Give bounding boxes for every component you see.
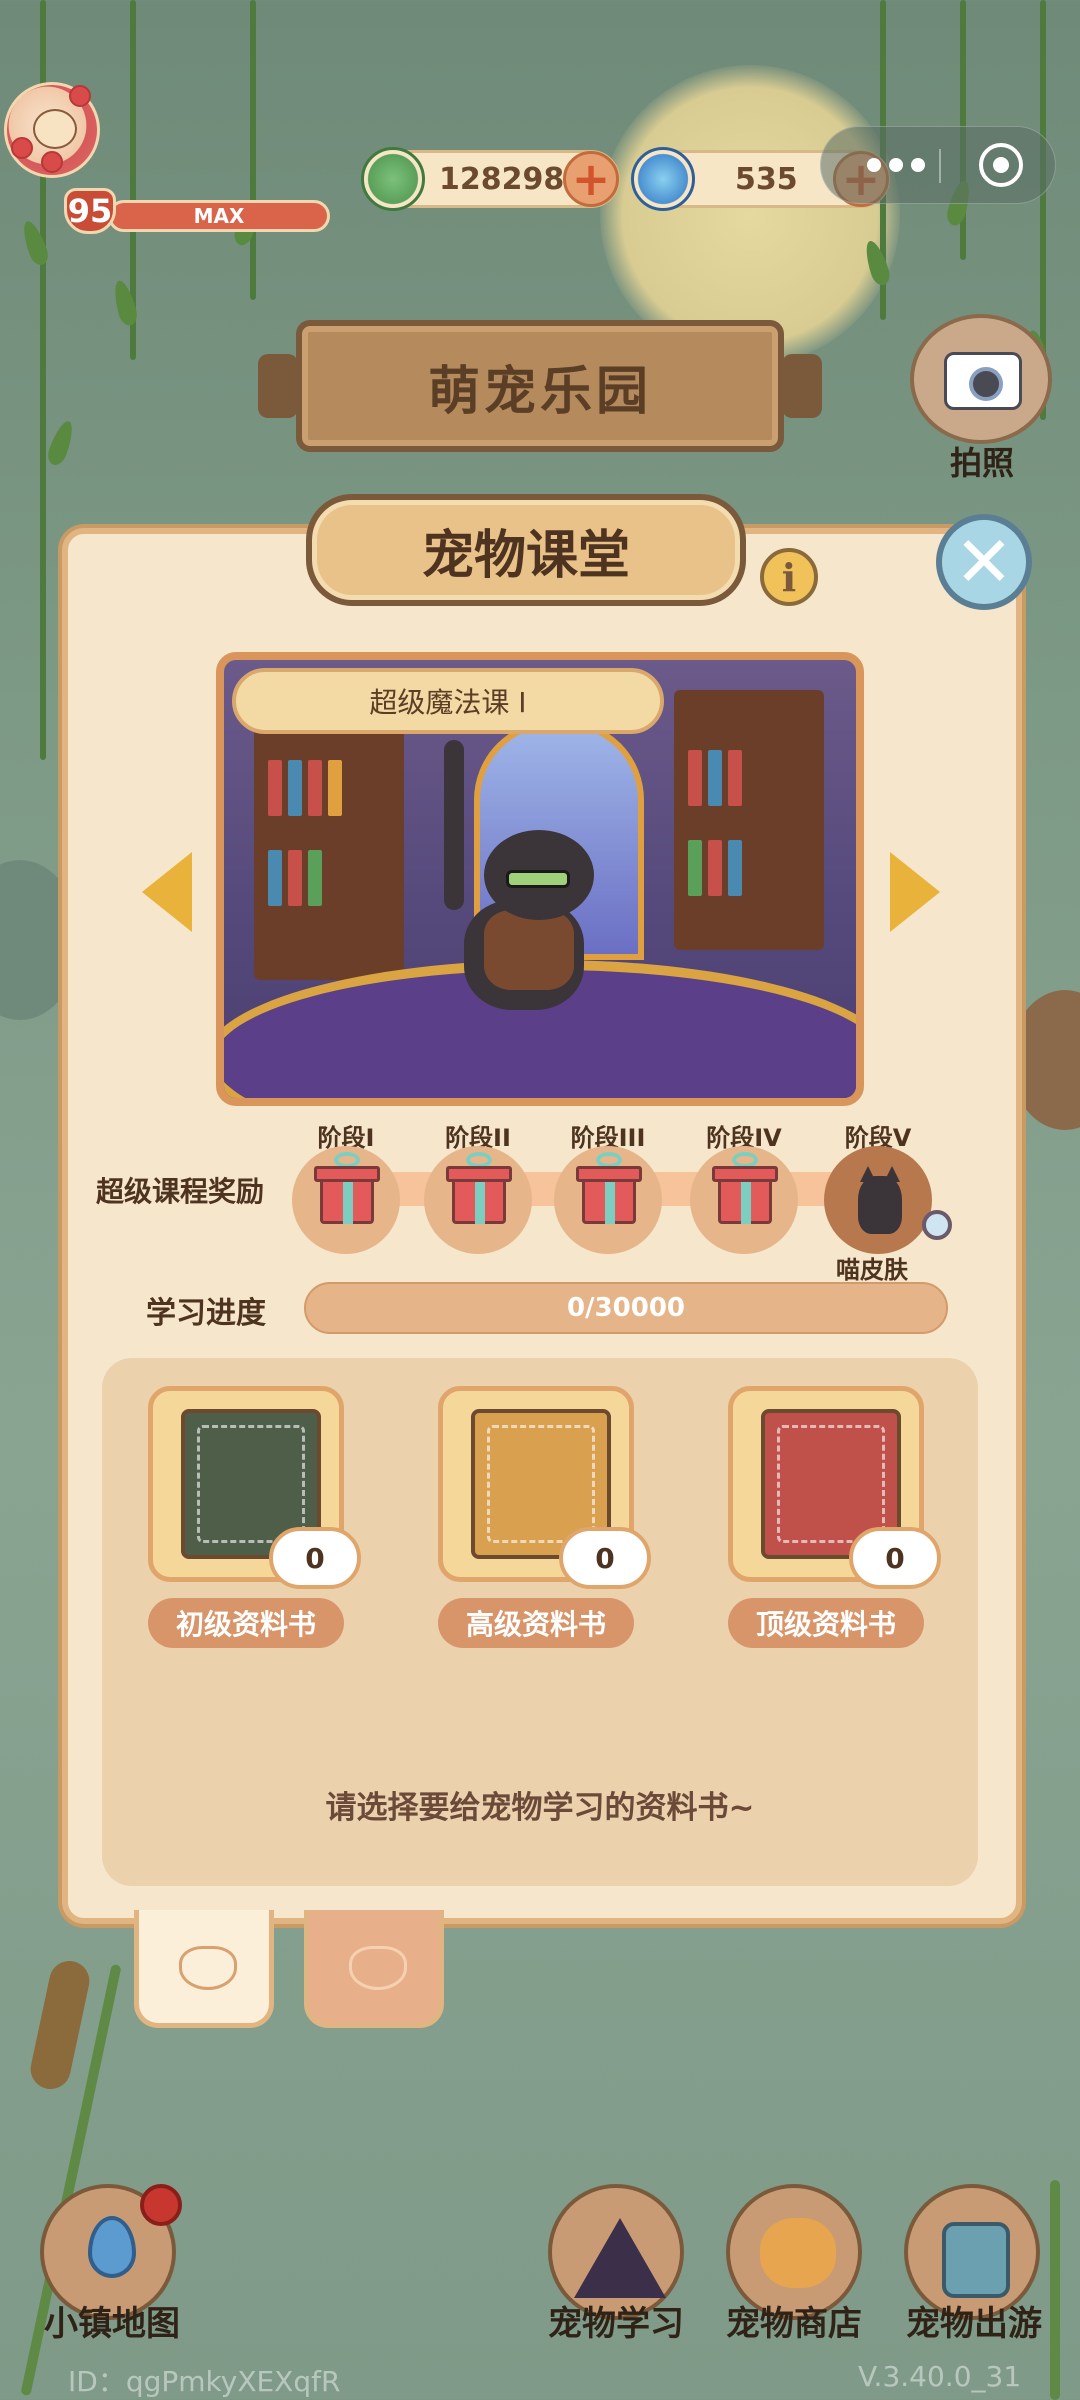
- version-text: V.3.40.0_31: [858, 2360, 1022, 2393]
- nav-label: 小镇地图: [44, 2304, 180, 2344]
- clover-icon: [361, 147, 425, 211]
- gift-icon: [712, 1166, 778, 1182]
- level-number: 95: [67, 192, 113, 230]
- nav-label: 宠物出游: [906, 2304, 1042, 2344]
- black-cat-pet: [444, 740, 594, 1020]
- book-label: 初级资料书: [148, 1598, 344, 1648]
- close-panel-button[interactable]: ✕: [936, 514, 1032, 610]
- bookshelf: [674, 690, 824, 950]
- panel-title: 宠物课堂: [421, 525, 630, 586]
- cat-face-icon: [349, 1946, 407, 1990]
- more-menu-button[interactable]: [867, 155, 927, 175]
- park-title-sign: 萌宠乐园: [258, 320, 822, 452]
- shiba-dog-icon: [760, 2218, 836, 2288]
- camera-button[interactable]: [910, 314, 1052, 444]
- select-book-hint: 请选择要给宠物学习的资料书~: [325, 1790, 755, 1826]
- willow-branch: [250, 0, 256, 300]
- clover-currency: 128298 +: [361, 147, 620, 211]
- cattail: [26, 1957, 94, 2093]
- book-label: 顶级资料书: [728, 1598, 924, 1648]
- tab-classroom-alt[interactable]: [304, 1910, 444, 2028]
- swirl-gem-icon: [631, 147, 695, 211]
- player-avatar[interactable]: [4, 82, 100, 178]
- user-id: ID：qgPmkyXEXqfR: [68, 2365, 341, 2398]
- sign-ornament: [782, 354, 822, 418]
- nav-label: 宠物学习: [548, 2304, 684, 2344]
- nav-label: 宠物商店: [726, 2304, 862, 2344]
- book-card-basic[interactable]: 0: [148, 1386, 361, 1589]
- tab-classroom[interactable]: [134, 1910, 274, 2028]
- stage-4-reward[interactable]: [690, 1146, 798, 1254]
- camera-label: 拍照: [949, 444, 1014, 482]
- book-count: 0: [559, 1527, 651, 1589]
- book-label: 高级资料书: [438, 1598, 634, 1648]
- close-miniprogram-button[interactable]: [979, 143, 1023, 187]
- info-icon: i: [781, 554, 797, 600]
- info-button[interactable]: i: [760, 548, 818, 606]
- book-card-top[interactable]: 0: [728, 1386, 941, 1589]
- camera-icon: [944, 352, 1022, 410]
- rose-icon: [41, 151, 63, 173]
- map-pin-icon: [88, 2216, 136, 2278]
- study-progress-bar: 0/30000: [304, 1282, 948, 1334]
- park-title: 萌宠乐园: [427, 361, 652, 422]
- close-icon: ✕: [954, 521, 1014, 603]
- prev-course-arrow[interactable]: [142, 852, 192, 932]
- backpack-icon: [942, 2222, 1010, 2298]
- book-count: 0: [269, 1527, 361, 1589]
- willow-leaf: [18, 218, 52, 268]
- progress-label: 学习进度: [146, 1296, 266, 1331]
- stage-2-reward[interactable]: [424, 1146, 532, 1254]
- level-bar-text: MAX: [193, 204, 245, 228]
- rewards-label: 超级课程奖励: [96, 1175, 265, 1208]
- mini-program-capsule: [820, 126, 1056, 204]
- next-course-arrow[interactable]: [890, 852, 940, 932]
- level-bar: MAX: [108, 200, 330, 232]
- clover-value: 128298: [439, 161, 565, 197]
- willow-leaf: [44, 418, 78, 468]
- progress-text: 0/30000: [566, 1293, 686, 1323]
- cat-face-icon: [179, 1946, 237, 1990]
- stage-5-reward[interactable]: [824, 1146, 932, 1254]
- avatar-face: [33, 109, 77, 149]
- stage-3-reward[interactable]: [554, 1146, 662, 1254]
- wizard-hat-icon: [574, 2218, 666, 2298]
- course-title-badge: 超级魔法课 I: [232, 668, 664, 734]
- skin-reward-label: 喵皮肤: [836, 1256, 908, 1284]
- gift-icon: [576, 1166, 642, 1182]
- gift-icon: [314, 1166, 380, 1182]
- gift-icon: [446, 1166, 512, 1182]
- panel-title-banner: 宠物课堂: [306, 494, 746, 606]
- stage-1-reward[interactable]: [292, 1146, 400, 1254]
- magnifier-icon[interactable]: [922, 1210, 952, 1240]
- rose-icon: [11, 137, 33, 159]
- gem-value: 535: [735, 161, 798, 197]
- sign-ornament: [258, 354, 298, 418]
- bookshelf: [254, 720, 404, 980]
- cat-skin-icon: [858, 1166, 902, 1234]
- notification-dot: [140, 2184, 182, 2226]
- capsule-divider: [939, 149, 941, 183]
- level-badge: 95: [64, 188, 116, 234]
- course-title: 超级魔法课 I: [369, 686, 527, 719]
- add-clover-button[interactable]: +: [563, 151, 619, 207]
- book-card-advanced[interactable]: 0: [438, 1386, 651, 1589]
- rose-icon: [69, 85, 91, 107]
- cattail-stem: [1050, 2180, 1060, 2400]
- book-count: 0: [849, 1527, 941, 1589]
